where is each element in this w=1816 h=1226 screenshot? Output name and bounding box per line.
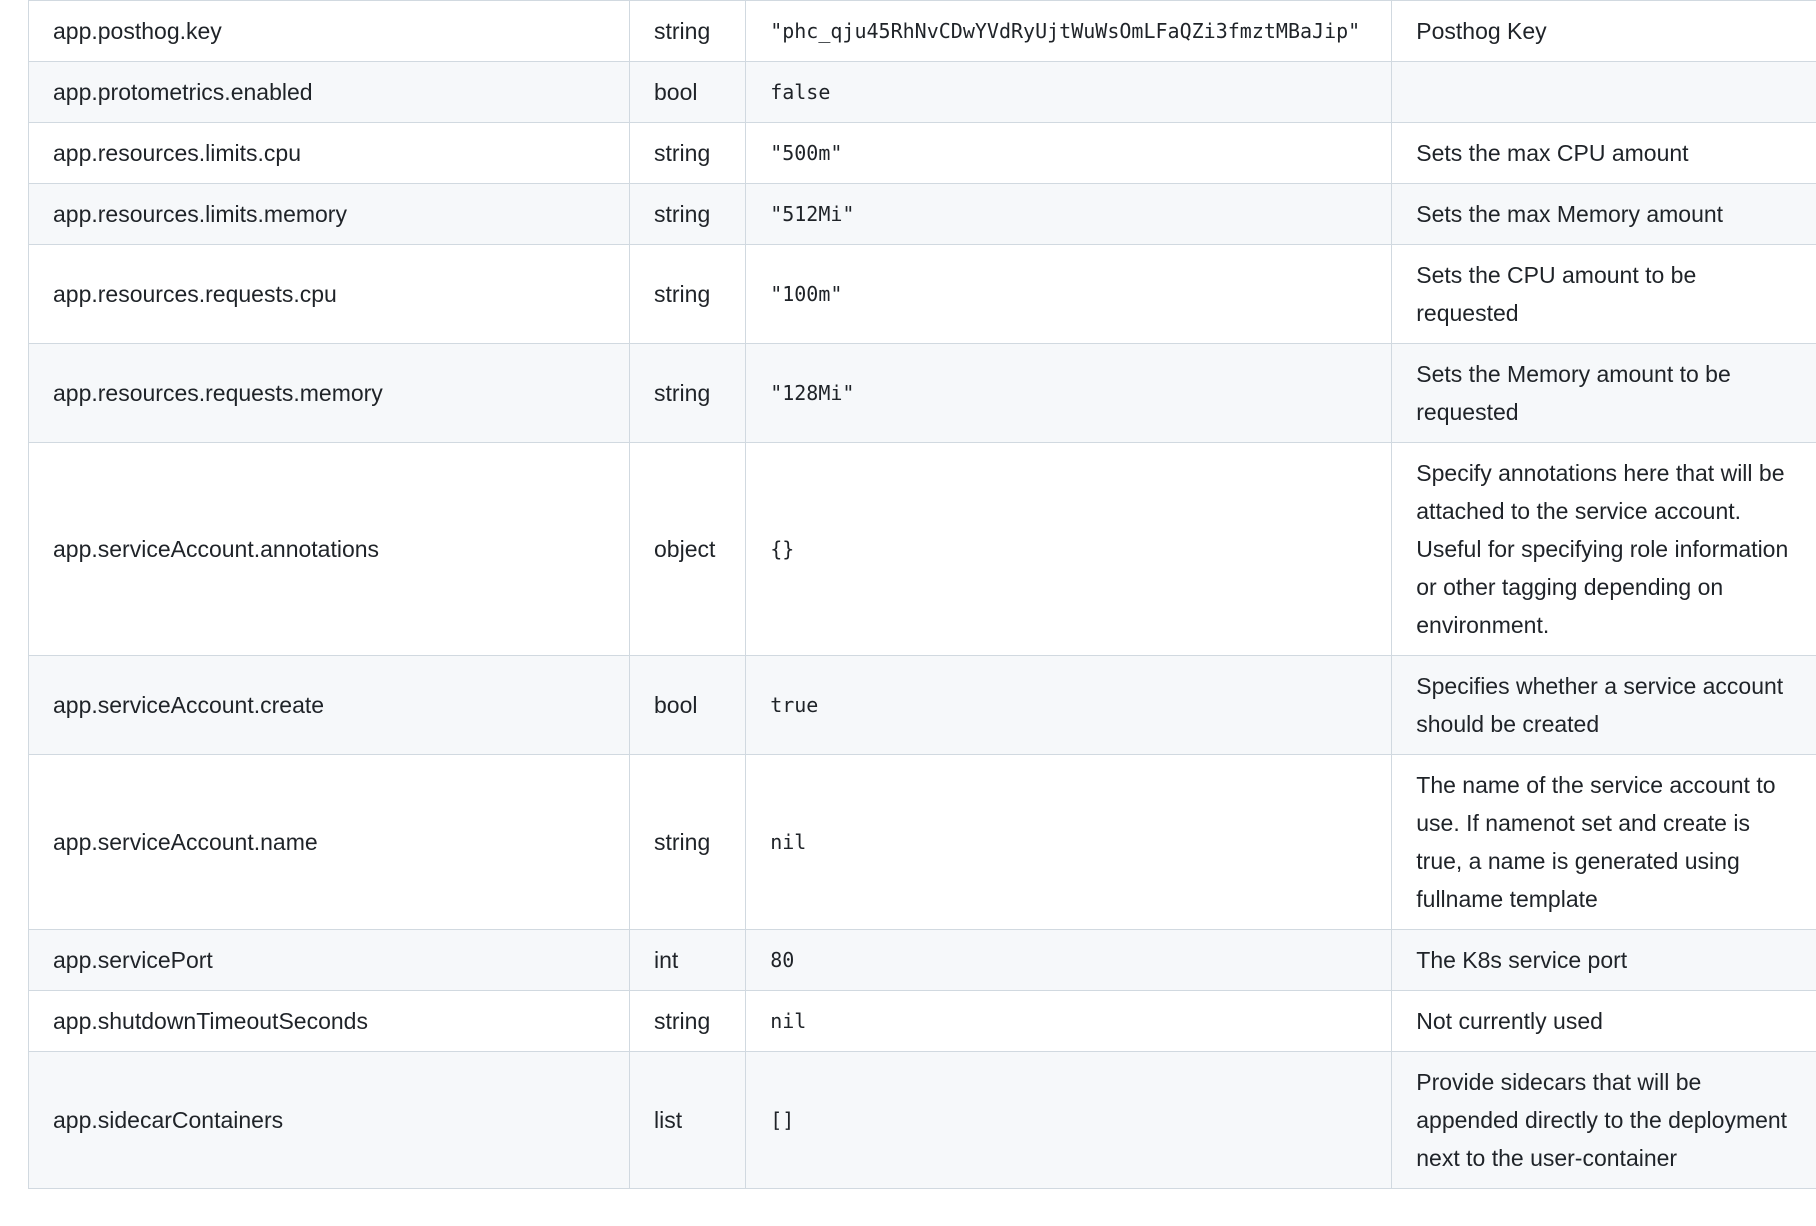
table-row: app.sidecarContainers list[] Provide sidec… bbox=[28, 1051, 1816, 1189]
cell-type: int bbox=[628, 929, 747, 991]
cell-description: The name of the service account to use. … bbox=[1391, 754, 1816, 930]
cell-default: nil bbox=[745, 754, 1393, 930]
cell-description: Provide sidecars that will be appended d… bbox=[1391, 1051, 1816, 1189]
cell-description: Specify annotations here that will be at… bbox=[1391, 442, 1816, 656]
cell-default: "512Mi" bbox=[745, 183, 1393, 245]
cell-description bbox=[1391, 61, 1816, 123]
values-table-body: app.posthog.key string "phc_qju45RhNvCDwYV… bbox=[28, 0, 1816, 1189]
cell-key: app.serviceAccount.create bbox=[28, 655, 630, 755]
table-row: app.resources.requests.memory string "128M… bbox=[28, 343, 1816, 443]
cell-key: app.resources.limits.cpu bbox=[28, 122, 630, 184]
cell-description: Sets the Memory amount to be requested bbox=[1391, 343, 1816, 443]
cell-default: nil bbox=[745, 990, 1393, 1052]
cell-key: app.resources.limits.memory bbox=[28, 183, 630, 245]
cell-type: bool bbox=[628, 655, 747, 755]
table-row: app.protometrics.enabled bool false bbox=[28, 61, 1816, 123]
cell-type: string bbox=[628, 183, 747, 245]
cell-default: false bbox=[745, 61, 1393, 123]
table-row: app.servicePort int 80 The K8s service port bbox=[28, 929, 1816, 991]
cell-description: Sets the max CPU amount bbox=[1391, 122, 1816, 184]
cell-key: app.posthog.key bbox=[28, 0, 630, 62]
cell-type: string bbox=[628, 990, 747, 1052]
cell-type: string bbox=[628, 343, 747, 443]
table-row: app.serviceAccount.name string nil The name… bbox=[28, 754, 1816, 930]
cell-default: {} bbox=[745, 442, 1393, 656]
cell-default: [] bbox=[745, 1051, 1393, 1189]
cell-key: app.protometrics.enabled bbox=[28, 61, 630, 123]
cell-type: bool bbox=[628, 61, 747, 123]
cell-key: app.resources.requests.cpu bbox=[28, 244, 630, 344]
cell-type: string bbox=[628, 244, 747, 344]
cell-description: Posthog Key bbox=[1391, 0, 1816, 62]
values-table-container: app.posthog.key string "phc_qju45RhNvCDwYV… bbox=[28, 0, 1816, 1189]
cell-type: list bbox=[628, 1051, 747, 1189]
cell-default: "phc_qju45RhNvCDwYVdRyUjtWuWsOmLFaQZi3fm… bbox=[745, 0, 1393, 62]
cell-description: The K8s service port bbox=[1391, 929, 1816, 991]
cell-default: "100m" bbox=[745, 244, 1393, 344]
table-row: app.resources.requests.cpu string "100m" Se… bbox=[28, 244, 1816, 344]
cell-key: app.shutdownTimeoutSeconds bbox=[28, 990, 630, 1052]
cell-type: object bbox=[628, 442, 747, 656]
cell-default: true bbox=[745, 655, 1393, 755]
cell-key: app.servicePort bbox=[28, 929, 630, 991]
cell-description: Specifies whether a service account shou… bbox=[1391, 655, 1816, 755]
cell-description: Sets the max Memory amount bbox=[1391, 183, 1816, 245]
table-row: app.serviceAccount.annotations object{} Sp… bbox=[28, 442, 1816, 656]
cell-default: "500m" bbox=[745, 122, 1393, 184]
cell-key: app.resources.requests.memory bbox=[28, 343, 630, 443]
values-table: app.posthog.key string "phc_qju45RhNvCDwYV… bbox=[28, 0, 1816, 1189]
table-row: app.resources.limits.memory string "512Mi"… bbox=[28, 183, 1816, 245]
cell-type: string bbox=[628, 0, 747, 62]
table-row: app.resources.limits.cpu string "500m" Sets… bbox=[28, 122, 1816, 184]
cell-key: app.sidecarContainers bbox=[28, 1051, 630, 1189]
cell-default: 80 bbox=[745, 929, 1393, 991]
table-row: app.serviceAccount.create bool true Specifi… bbox=[28, 655, 1816, 755]
table-row: app.shutdownTimeoutSeconds string nil Not c… bbox=[28, 990, 1816, 1052]
cell-key: app.serviceAccount.name bbox=[28, 754, 630, 930]
table-row: app.posthog.key string "phc_qju45RhNvCDwYV… bbox=[28, 0, 1816, 62]
cell-description: Not currently used bbox=[1391, 990, 1816, 1052]
cell-key: app.serviceAccount.annotations bbox=[28, 442, 630, 656]
cell-description: Sets the CPU amount to be requested bbox=[1391, 244, 1816, 344]
cell-type: string bbox=[628, 122, 747, 184]
cell-type: string bbox=[628, 754, 747, 930]
cell-default: "128Mi" bbox=[745, 343, 1393, 443]
